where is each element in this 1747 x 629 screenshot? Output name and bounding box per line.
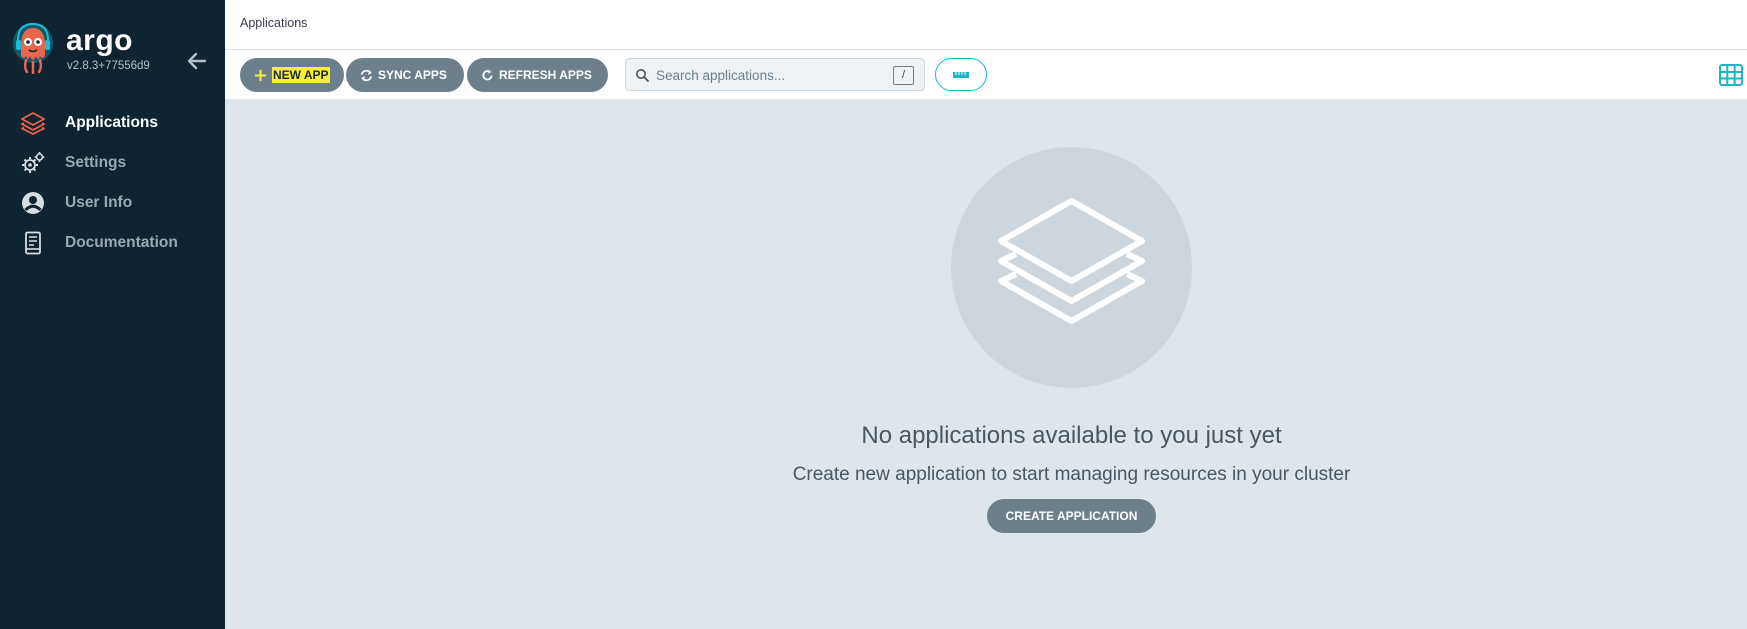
top-bar: Applications <box>225 0 1747 50</box>
sidebar-nav: Applications Settings User Info Document… <box>0 104 225 264</box>
layers-icon <box>998 198 1145 324</box>
sidebar: argo v2.8.3+77556d9 Applications Setting… <box>0 0 225 629</box>
sidebar-item-documentation[interactable]: Documentation <box>0 224 225 262</box>
search-box: / <box>625 58 925 91</box>
argo-octopus-logo <box>13 22 53 74</box>
sync-apps-button[interactable]: SYNC APPS <box>346 58 464 92</box>
brand-name: argo <box>66 24 134 57</box>
search-shortcut-hint: / <box>893 66 914 85</box>
new-app-button[interactable]: NEW APP <box>240 58 344 92</box>
sidebar-item-applications[interactable]: Applications <box>0 104 225 142</box>
sidebar-item-label: Settings <box>65 154 127 171</box>
empty-state-subtitle: Create new application to start managing… <box>792 464 1351 485</box>
page-title: Applications <box>240 16 308 30</box>
search-icon <box>636 69 649 82</box>
search-input[interactable] <box>656 63 886 87</box>
brand: argo v2.8.3+77556d9 <box>12 22 222 82</box>
ruler-icon <box>953 72 969 78</box>
arrow-left-icon[interactable] <box>185 49 209 73</box>
sidebar-item-label: User Info <box>65 194 133 211</box>
version-label: v2.8.3+77556d9 <box>67 60 150 72</box>
sidebar-item-label: Documentation <box>65 234 178 251</box>
sidebar-item-settings[interactable]: Settings <box>0 144 225 182</box>
sync-apps-label: SYNC APPS <box>378 68 447 82</box>
layers-icon <box>21 112 45 135</box>
empty-state-illustration <box>951 147 1192 388</box>
plus-icon <box>254 69 267 81</box>
create-application-button[interactable]: CREATE APPLICATION <box>987 499 1156 533</box>
refresh-apps-button[interactable]: REFRESH APPS <box>467 58 608 92</box>
sidebar-item-user-info[interactable]: User Info <box>0 184 225 222</box>
grid-view-icon[interactable] <box>1719 63 1743 87</box>
main-content: No applications available to you just ye… <box>225 100 1747 629</box>
book-icon <box>25 231 41 255</box>
sync-icon <box>361 69 372 81</box>
filter-toggle-button[interactable] <box>935 58 987 91</box>
gears-icon <box>22 152 45 173</box>
sidebar-item-label: Applications <box>65 114 159 131</box>
refresh-icon <box>482 69 493 80</box>
empty-state-title: No applications available to you just ye… <box>861 422 1282 449</box>
user-circle-icon <box>22 192 44 214</box>
new-app-label: NEW APP <box>272 67 330 83</box>
toolbar: NEW APP SYNC APPS REFRESH APPS / <box>225 50 1747 100</box>
refresh-apps-label: REFRESH APPS <box>499 68 592 82</box>
